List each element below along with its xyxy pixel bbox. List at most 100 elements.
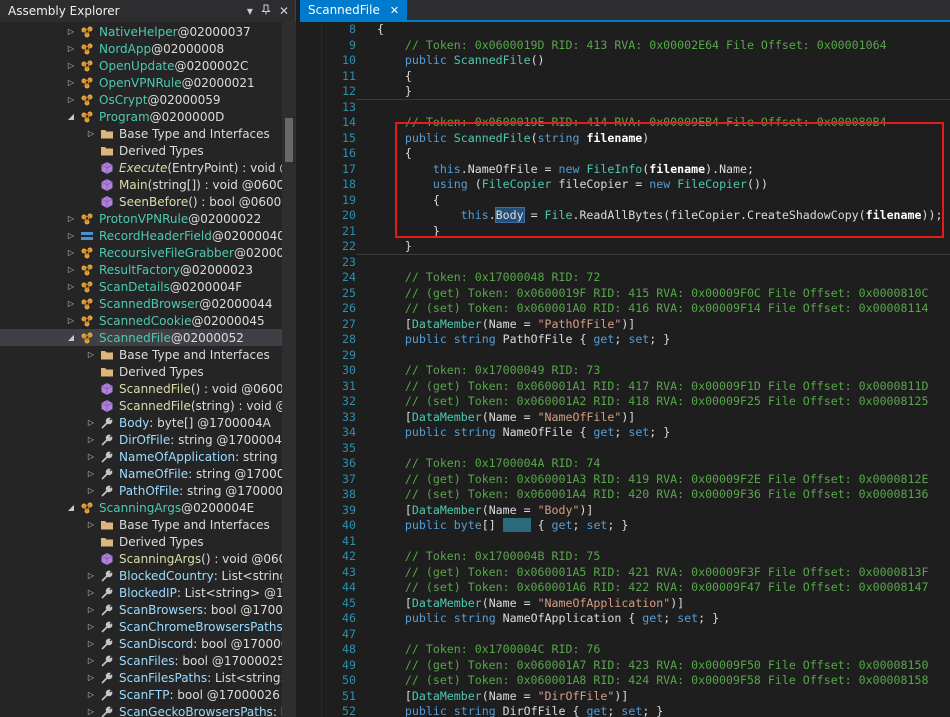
tree-item[interactable]: ▷ OpenVPNRule @02000021 [0,74,282,91]
assembly-tree[interactable]: ▷ NativeHelper @02000037 ▷ NordApp @0200000… [0,22,282,717]
code-line[interactable]: 16 { [300,145,950,161]
tree-item[interactable]: ▷ OsCrypt @02000059 [0,91,282,108]
collapsed-arrow-icon[interactable]: ▷ [86,707,96,716]
code-line[interactable]: 28 public string PathOfFile { get; set; … [300,331,950,347]
tree-item[interactable]: ▷ RecordHeaderField @02000040 [0,227,282,244]
code-line[interactable]: 24 // Token: 0x17000048 RID: 72 [300,269,950,285]
tree-item[interactable]: ▷ NameOfFile : string @1700004 [0,465,282,482]
code-line[interactable]: 36 // Token: 0x1700004A RID: 74 [300,455,950,471]
collapsed-arrow-icon[interactable]: ▷ [86,129,96,138]
tree-item[interactable]: ▷ Base Type and Interfaces [0,125,282,142]
tree-item[interactable]: ▷ Base Type and Interfaces [0,346,282,363]
tree-item[interactable]: Main(string[]) : void @0600004 [0,176,282,193]
collapsed-arrow-icon[interactable]: ▷ [66,282,76,291]
code-line[interactable]: 11 { [300,68,950,84]
collapsed-arrow-icon[interactable]: ▷ [86,571,96,580]
tree-item[interactable]: ◢ ScannedFile @02000052 [0,329,282,346]
code-line[interactable]: 22 } [300,238,950,254]
code-line[interactable]: 40 public byte[] Body { get; set; } [300,517,950,533]
code-line[interactable]: 8{ [300,22,950,37]
code-line[interactable]: 43 // (get) Token: 0x060001A5 RID: 421 R… [300,564,950,580]
dropdown-icon[interactable]: ▾ [247,4,253,18]
tree-item[interactable]: ▷ BlockedCountry : List<string> [0,567,282,584]
collapsed-arrow-icon[interactable]: ▷ [86,690,96,699]
code-line[interactable]: 45 [DataMember(Name = "NameOfApplication… [300,595,950,611]
code-line[interactable]: 10 public ScannedFile() [300,52,950,68]
code-line[interactable]: 27 [DataMember(Name = "PathOfFile")] [300,316,950,332]
tree-item[interactable]: Execute(EntryPoint) : void @06 [0,159,282,176]
code-line[interactable]: 49 // (get) Token: 0x060001A7 RID: 423 R… [300,657,950,673]
collapsed-arrow-icon[interactable]: ▷ [66,265,76,274]
code-editor[interactable]: 8{9 // Token: 0x0600019D RID: 413 RVA: 0… [300,22,950,717]
code-line[interactable]: 30 // Token: 0x17000049 RID: 73 [300,362,950,378]
code-line[interactable]: 23 [300,254,950,270]
code-line[interactable]: 44 // (set) Token: 0x060001A6 RID: 422 R… [300,579,950,595]
collapsed-arrow-icon[interactable]: ▷ [66,95,76,104]
code-line[interactable]: 51 [DataMember(Name = "DirOfFile")] [300,688,950,704]
code-line[interactable]: 26 // (set) Token: 0x060001A0 RID: 416 R… [300,300,950,316]
collapsed-arrow-icon[interactable]: ▷ [66,248,76,257]
collapsed-arrow-icon[interactable]: ▷ [86,656,96,665]
explorer-scrollbar[interactable] [282,22,296,717]
tree-item[interactable]: ▷ ProtonVPNRule @02000022 [0,210,282,227]
code-line[interactable]: 41 [300,533,950,549]
tree-item[interactable]: ▷ ScannedBrowser @02000044 [0,295,282,312]
pin-icon[interactable] [261,4,271,18]
code-line[interactable]: 13 [300,99,950,115]
tree-item[interactable]: ScanningArgs() : void @06000 [0,550,282,567]
tree-item[interactable]: ◢ Program @0200000D [0,108,282,125]
tree-item[interactable]: ▷ Body : byte[] @1700004A [0,414,282,431]
code-line[interactable]: 14 // Token: 0x0600019E RID: 414 RVA: 0x… [300,114,950,130]
collapsed-arrow-icon[interactable]: ▷ [66,316,76,325]
code-line[interactable]: 20 this.Body = File.ReadAllBytes(fileCop… [300,207,950,223]
code-line[interactable]: 39 [DataMember(Name = "Body")] [300,502,950,518]
tree-item[interactable]: ▷ NameOfApplication : string @ [0,448,282,465]
expanded-arrow-icon[interactable]: ◢ [66,333,76,342]
code-line[interactable]: 33 [DataMember(Name = "NameOfFile")] [300,409,950,425]
code-line[interactable]: 31 // (get) Token: 0x060001A1 RID: 417 R… [300,378,950,394]
expanded-arrow-icon[interactable]: ◢ [66,503,76,512]
collapsed-arrow-icon[interactable]: ▷ [86,520,96,529]
collapsed-arrow-icon[interactable]: ▷ [66,27,76,36]
code-line[interactable]: 48 // Token: 0x1700004C RID: 76 [300,641,950,657]
tree-item[interactable]: ▷ NativeHelper @02000037 [0,23,282,40]
collapsed-arrow-icon[interactable]: ▷ [86,588,96,597]
collapsed-arrow-icon[interactable]: ▷ [86,673,96,682]
collapsed-arrow-icon[interactable]: ▷ [66,61,76,70]
tree-item[interactable]: Derived Types [0,533,282,550]
collapsed-arrow-icon[interactable]: ▷ [86,486,96,495]
code-line[interactable]: 47 [300,626,950,642]
tree-item[interactable]: ▷ NordApp @02000008 [0,40,282,57]
code-line[interactable]: 29 [300,347,950,363]
code-line[interactable]: 32 // (set) Token: 0x060001A2 RID: 418 R… [300,393,950,409]
collapsed-arrow-icon[interactable]: ▷ [86,418,96,427]
collapsed-arrow-icon[interactable]: ▷ [66,231,76,240]
collapsed-arrow-icon[interactable]: ▷ [86,605,96,614]
collapsed-arrow-icon[interactable]: ▷ [86,435,96,444]
tree-item[interactable]: ScannedFile(string) : void @06 [0,397,282,414]
code-line[interactable]: 52 public string DirOfFile { get; set; } [300,703,950,717]
close-icon[interactable]: ✕ [279,4,289,18]
code-line[interactable]: 25 // (get) Token: 0x0600019F RID: 415 R… [300,285,950,301]
tree-item[interactable]: ▷ Base Type and Interfaces [0,516,282,533]
tree-item[interactable]: Derived Types [0,363,282,380]
tree-item[interactable]: ◢ ScanningArgs @0200004E [0,499,282,516]
tree-item[interactable]: ▷ ScanFiles : bool @17000025 [0,652,282,669]
tab-scannedfile[interactable]: ScannedFile ✕ [300,0,408,20]
tree-item[interactable]: ▷ ScanFilesPaths : List<string> @ [0,669,282,686]
tree-item[interactable]: ScannedFile() : void @0600019 [0,380,282,397]
code-line[interactable]: 37 // (get) Token: 0x060001A3 RID: 419 R… [300,471,950,487]
code-line[interactable]: 15 public ScannedFile(string filename) [300,130,950,146]
collapsed-arrow-icon[interactable]: ▷ [66,214,76,223]
collapsed-arrow-icon[interactable]: ▷ [86,639,96,648]
collapsed-arrow-icon[interactable]: ▷ [66,78,76,87]
close-icon[interactable]: ✕ [390,4,399,17]
collapsed-arrow-icon[interactable]: ▷ [86,350,96,359]
code-line[interactable]: 46 public string NameOfApplication { get… [300,610,950,626]
tree-item[interactable]: ▷ RecoursiveFileGrabber @02000011 [0,244,282,261]
code-line[interactable]: 21 } [300,223,950,239]
tree-item[interactable]: ▷ PathOfFile : string @17000048 [0,482,282,499]
code-line[interactable]: 9 // Token: 0x0600019D RID: 413 RVA: 0x0… [300,37,950,53]
tree-item[interactable]: ▷ ResultFactory @02000023 [0,261,282,278]
collapsed-arrow-icon[interactable]: ▷ [66,299,76,308]
